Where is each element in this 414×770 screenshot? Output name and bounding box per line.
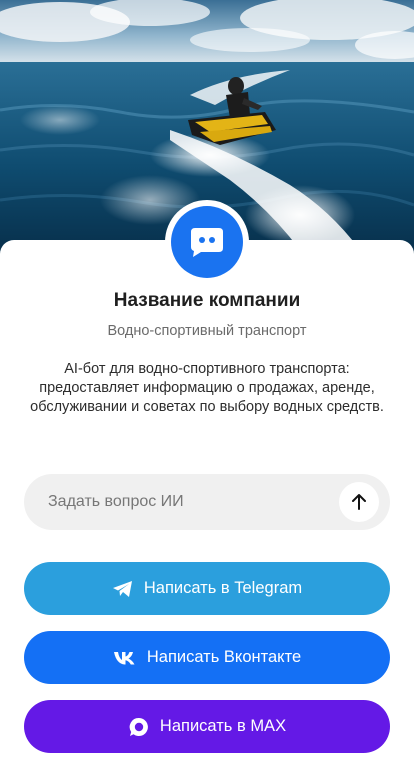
telegram-icon [112, 580, 134, 598]
chat-bot-icon [171, 206, 243, 278]
write-telegram-button[interactable]: Написать в Telegram [24, 562, 390, 615]
company-name: Название компании [113, 290, 301, 311]
ask-ai-input[interactable] [24, 474, 324, 530]
write-vk-label: Написать Вконтакте [146, 648, 302, 666]
send-button[interactable] [339, 482, 379, 522]
vk-icon [113, 651, 137, 665]
write-max-label: Написать в MAX [159, 717, 287, 735]
write-telegram-label: Написать в Telegram [143, 579, 303, 597]
company-avatar [165, 200, 249, 284]
write-vk-button[interactable]: Написать Вконтакте [24, 631, 390, 684]
company-description: AI-бот для водно-спортивного транспорта:… [30, 361, 384, 415]
max-icon [128, 716, 150, 738]
arrow-up-icon [351, 493, 367, 511]
company-category: Водно-спортивный транспорт [107, 323, 307, 339]
ask-ai-field [24, 474, 390, 530]
write-max-button[interactable]: Написать в MAX [24, 700, 390, 753]
